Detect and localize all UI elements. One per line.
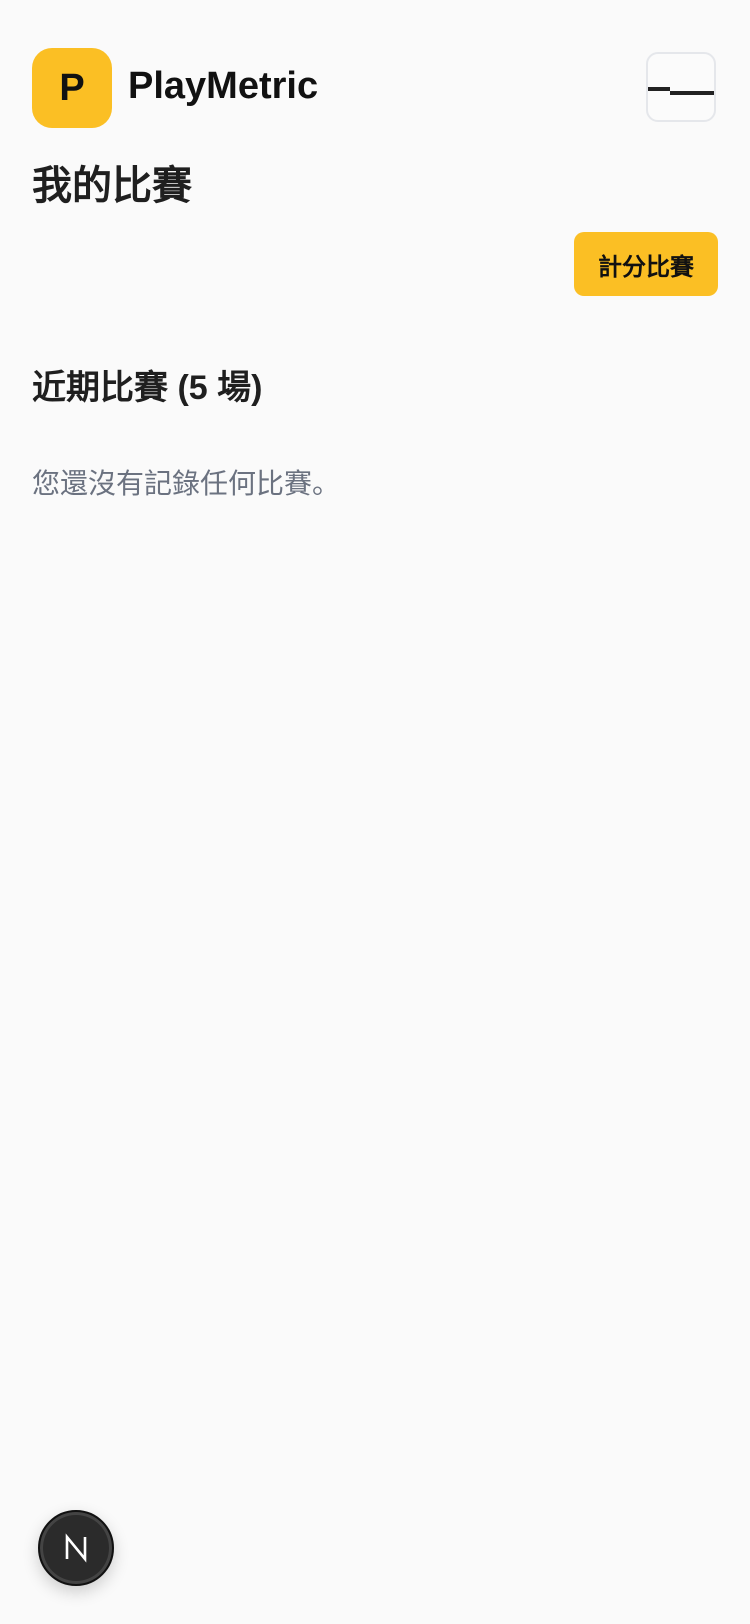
page-title: 我的比賽 <box>32 164 192 208</box>
app-header: P PlayMetric <box>0 0 750 160</box>
logo-badge[interactable]: P <box>32 48 112 128</box>
score-match-button[interactable]: 計分比賽 <box>574 232 718 296</box>
menu-button[interactable] <box>646 52 716 122</box>
empty-state-message: 您還沒有記錄任何比賽。 <box>32 468 341 499</box>
nextjs-logo-icon <box>65 1533 87 1563</box>
menu-icon <box>648 87 670 91</box>
nextjs-dev-button[interactable] <box>38 1510 114 1586</box>
logo-letter: P <box>59 66 85 109</box>
brand-name[interactable]: PlayMetric <box>128 62 318 110</box>
menu-icon-bar <box>670 91 714 95</box>
recent-matches-heading: 近期比賽 (5 場) <box>32 369 263 407</box>
